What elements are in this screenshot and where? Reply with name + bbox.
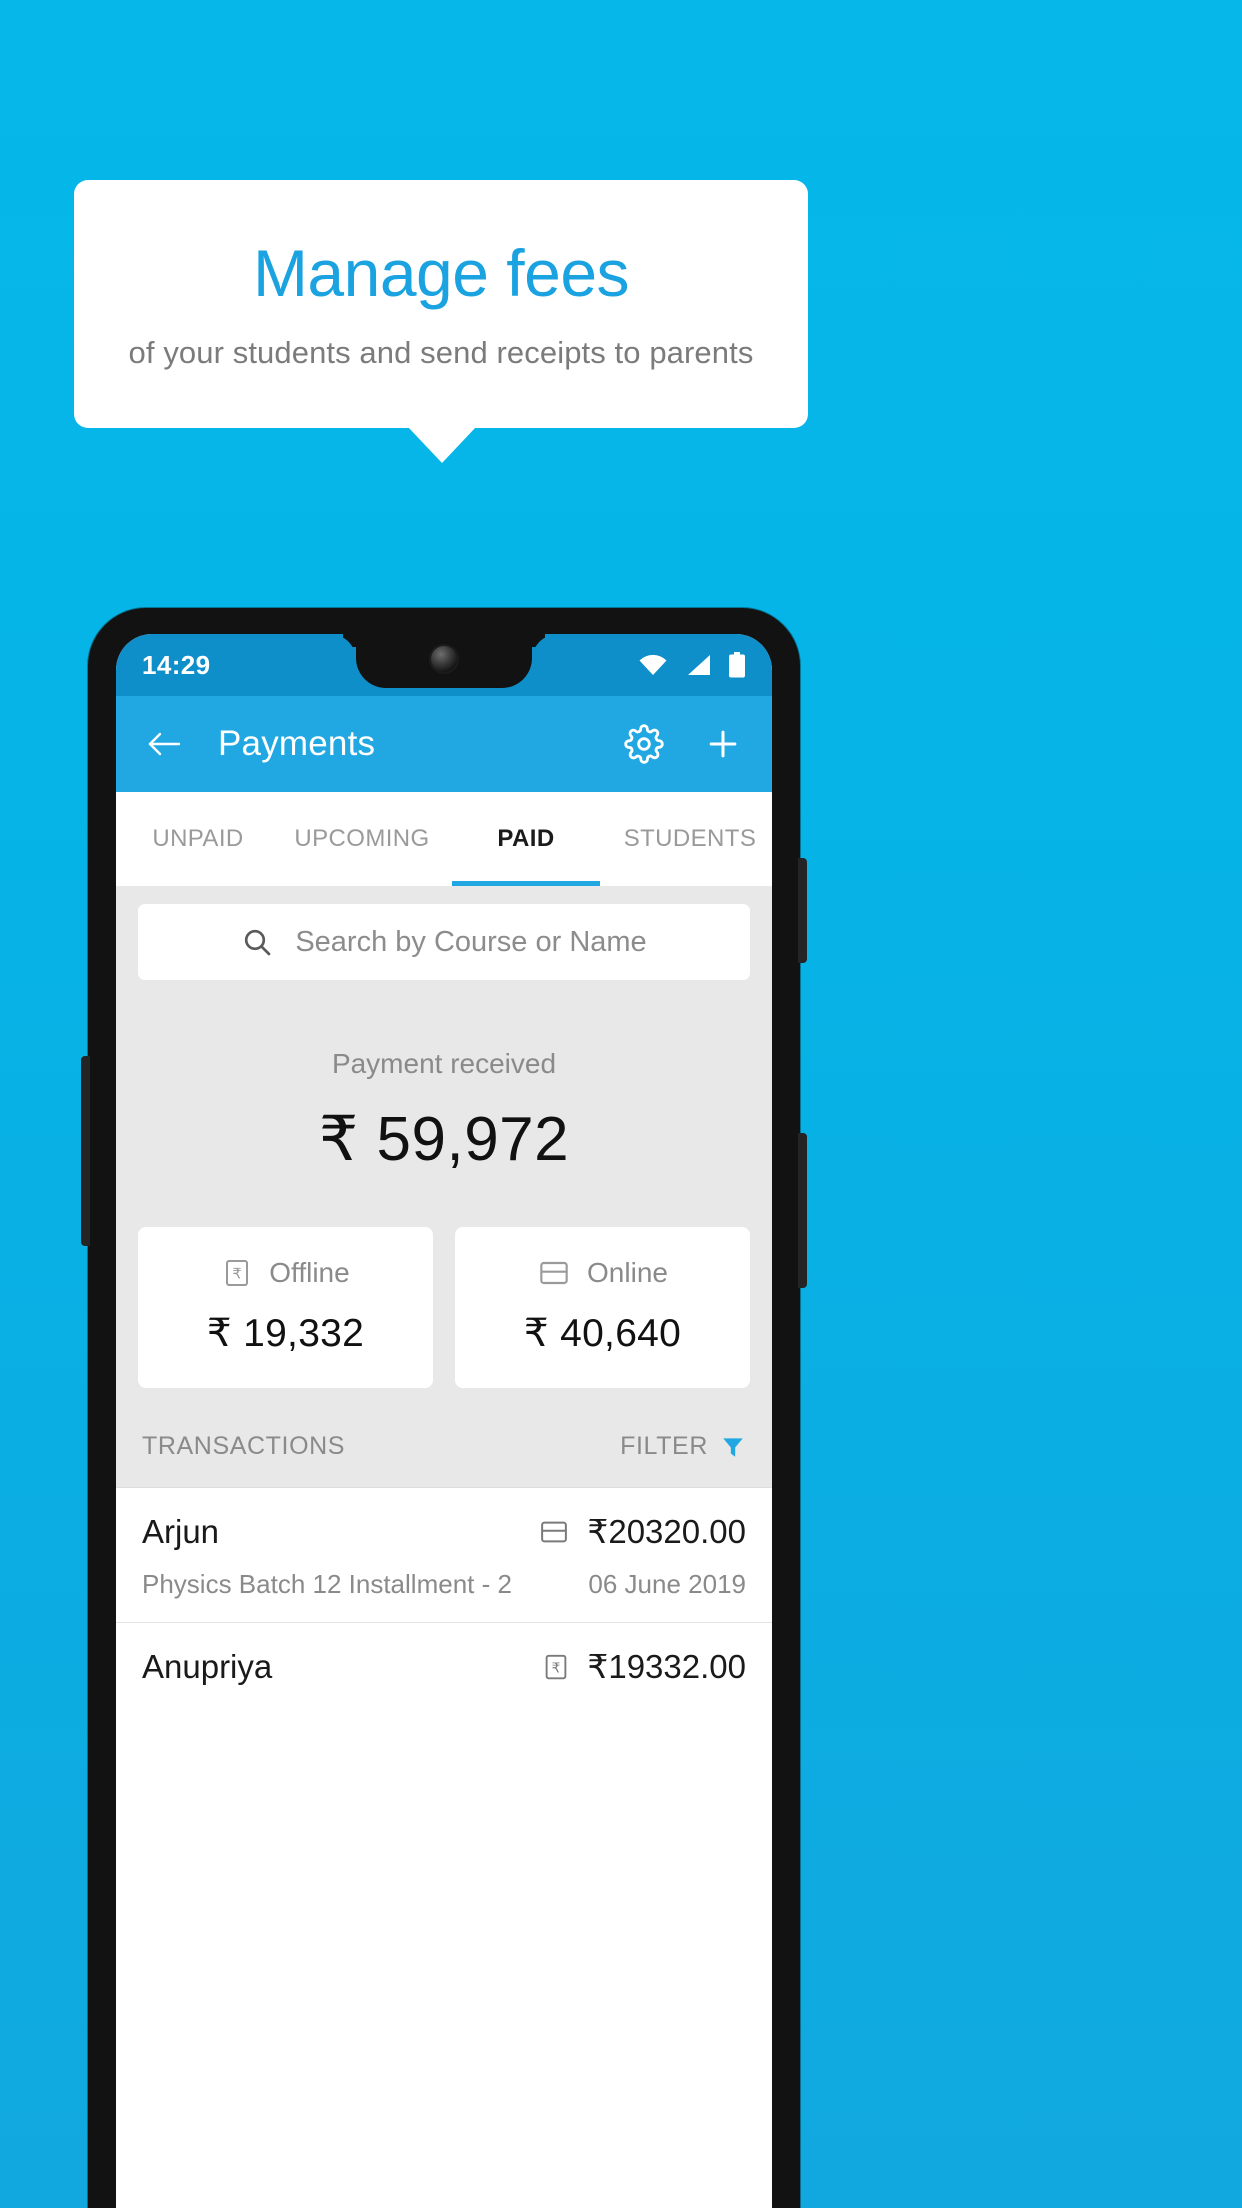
tab-upcoming[interactable]: UPCOMING <box>280 792 444 886</box>
transaction-date: 06 June 2019 <box>588 1569 746 1599</box>
tab-unpaid[interactable]: UNPAID <box>116 792 280 886</box>
offline-amount: ₹ 19,332 <box>206 1312 365 1355</box>
promo-card: Manage fees of your students and send re… <box>74 180 808 428</box>
online-amount: ₹ 40,640 <box>523 1312 682 1355</box>
transaction-name: Arjun <box>142 1512 220 1550</box>
tab-students[interactable]: STUDENTS <box>608 792 772 886</box>
filter-button[interactable]: FILTER <box>620 1432 746 1461</box>
status-bar: 14:29 <box>116 634 772 696</box>
cash-receipt-icon: ₹ <box>221 1257 253 1289</box>
phone-notch <box>356 634 532 688</box>
phone-frame: 14:29 Payments UNPAID UPCOMING PAID STUD… <box>81 608 807 2208</box>
filter-label: FILTER <box>620 1432 708 1460</box>
promo-subtitle: of your students and send receipts to pa… <box>128 335 754 371</box>
credit-card-icon <box>537 1517 571 1547</box>
promo-title: Manage fees <box>252 235 630 310</box>
front-camera <box>431 646 457 672</box>
back-arrow-icon[interactable] <box>146 729 182 759</box>
transaction-primary-row: Anupriya ₹ ₹19332.00 <box>142 1647 746 1686</box>
content-area: Search by Course or Name Payment receive… <box>116 886 772 1708</box>
app-bar: Payments <box>116 696 772 792</box>
transactions-header: TRANSACTIONS FILTER <box>116 1388 772 1487</box>
tab-paid[interactable]: PAID <box>444 792 608 886</box>
search-input[interactable]: Search by Course or Name <box>138 904 750 980</box>
transaction-amount: ₹20320.00 <box>587 1513 746 1550</box>
plus-icon[interactable] <box>704 725 742 763</box>
tab-label: UNPAID <box>152 825 244 852</box>
gear-icon[interactable] <box>624 724 664 764</box>
payment-received-label: Payment received <box>331 1048 557 1079</box>
search-wrapper: Search by Course or Name <box>116 886 772 980</box>
payment-breakdown: ₹ Offline ₹ 19,332 Online ₹ 40,640 <box>116 1183 772 1388</box>
signal-icon <box>684 653 712 677</box>
transaction-description: Physics Batch 12 Installment - 2 <box>142 1569 512 1599</box>
transactions-list: Arjun ₹20320.00 Physics Batch 12 Install… <box>116 1487 772 1708</box>
page-title: Payments <box>218 724 376 763</box>
transaction-primary-row: Arjun ₹20320.00 <box>142 1512 746 1551</box>
phone-power-button[interactable] <box>798 858 807 963</box>
transaction-secondary-row: Physics Batch 12 Installment - 2 06 June… <box>142 1569 746 1600</box>
offline-label: Offline <box>269 1257 350 1288</box>
svg-text:₹: ₹ <box>233 1266 242 1283</box>
svg-text:₹: ₹ <box>552 1660 561 1676</box>
status-icons <box>638 652 746 678</box>
search-placeholder: Search by Course or Name <box>295 925 647 958</box>
online-card[interactable]: Online ₹ 40,640 <box>455 1227 750 1388</box>
funnel-icon <box>720 1434 746 1460</box>
credit-card-icon <box>537 1257 571 1289</box>
table-row[interactable]: Anupriya ₹ ₹19332.00 <box>116 1622 772 1708</box>
phone-screen: 14:29 Payments UNPAID UPCOMING PAID STUD… <box>116 634 772 2208</box>
table-row[interactable]: Arjun ₹20320.00 Physics Batch 12 Install… <box>116 1487 772 1622</box>
battery-icon <box>728 652 746 678</box>
transaction-amount: ₹19332.00 <box>587 1648 746 1685</box>
promo-card-tail <box>408 427 476 463</box>
tab-label: PAID <box>497 825 555 852</box>
app-bar-actions <box>624 724 742 764</box>
tab-label: STUDENTS <box>623 825 757 852</box>
phone-volume-button[interactable] <box>798 1133 807 1288</box>
offline-card-header: ₹ Offline <box>138 1257 433 1289</box>
payment-received-amount: ₹ 59,972 <box>318 1105 570 1174</box>
transaction-amount-group: ₹20320.00 <box>537 1512 746 1551</box>
search-icon <box>241 926 273 958</box>
tab-bar: UNPAID UPCOMING PAID STUDENTS <box>116 792 772 886</box>
online-label: Online <box>587 1257 668 1288</box>
payment-summary: Payment received ₹ 59,972 <box>116 980 772 1183</box>
tab-label: UPCOMING <box>294 825 430 852</box>
phone-side-button[interactable] <box>81 1056 90 1246</box>
transaction-name: Anupriya <box>142 1647 273 1685</box>
offline-card[interactable]: ₹ Offline ₹ 19,332 <box>138 1227 433 1388</box>
status-time: 14:29 <box>142 649 211 680</box>
transaction-amount-group: ₹ ₹19332.00 <box>541 1647 746 1686</box>
online-card-header: Online <box>455 1257 750 1289</box>
wifi-icon <box>638 653 668 677</box>
cash-receipt-icon: ₹ <box>541 1652 571 1682</box>
transactions-title: TRANSACTIONS <box>142 1432 346 1460</box>
